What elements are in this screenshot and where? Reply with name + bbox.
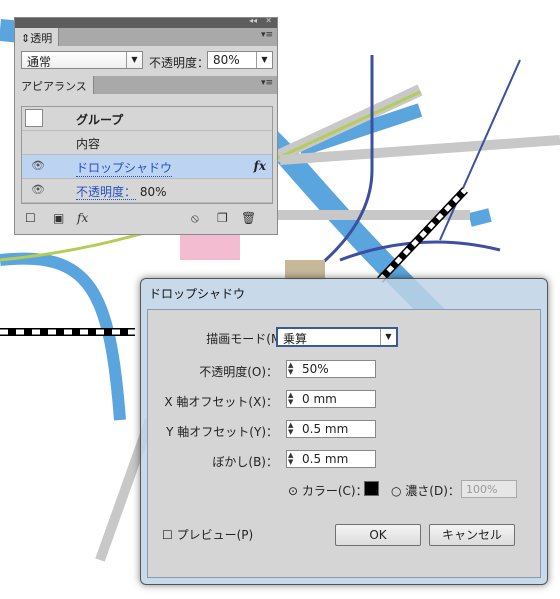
updown-icon: ⇕ [21, 32, 31, 45]
close-icon[interactable]: ✕ [265, 16, 272, 25]
ok-button[interactable]: OK [335, 524, 421, 546]
list-item-drop-shadow[interactable]: 👁 ドロップシャドウ fx [22, 155, 272, 179]
color-radio[interactable]: ⊙ カラー(C)： [288, 482, 368, 499]
thumbnail [25, 109, 43, 127]
collapse-icon[interactable]: ◂◂ [249, 16, 257, 25]
chevron-down-icon: ▼ [380, 329, 396, 345]
y-offset-input[interactable]: ▲ ▼ 0.5 mm [286, 420, 376, 438]
fx-icon: fx [253, 159, 266, 173]
chevron-down-icon[interactable]: ▼ [256, 52, 272, 68]
panel-menu-icon[interactable]: ▾≡ [261, 78, 273, 88]
mode-select[interactable]: 乗算 ▼ [276, 327, 398, 347]
blur-input[interactable]: ▲ ▼ 0.5 mm [286, 450, 376, 468]
list-item-group[interactable]: グループ [22, 107, 272, 131]
color-swatch[interactable] [364, 481, 379, 496]
spinner-icon[interactable]: ▲ ▼ [288, 362, 293, 376]
drop-shadow-dialog: ドロップシャドウ 描画モード(M)： 乗算 ▼ 不透明度(O)： ▲ ▼ 50% X … [140, 278, 548, 585]
spinner-icon[interactable]: ▲ ▼ [288, 392, 293, 406]
transparency-appearance-panel: ◂◂ ✕ ⇕透明 ▾≡ 通常 ▼ 不透明度： 80% ▼ アピアランス ▾≡ グループ… [14, 16, 278, 235]
spinner-icon[interactable]: ▲ ▼ [288, 422, 293, 436]
opacity-input[interactable]: 80% ▼ [207, 51, 273, 69]
panel-menu-icon[interactable]: ▾≡ [261, 30, 273, 40]
list-item-opacity[interactable]: 👁 不透明度： 80% [22, 179, 272, 203]
add-stroke-icon[interactable]: ☐ [25, 211, 36, 225]
clear-appearance-icon[interactable]: ⦸ [191, 211, 199, 226]
fx-menu-button[interactable]: fx [77, 211, 88, 225]
list-item-contents[interactable]: 内容 [22, 131, 272, 155]
cancel-button[interactable]: キャンセル [429, 524, 515, 546]
opacity-input[interactable]: ▲ ▼ 50% [286, 360, 376, 378]
chevron-down-icon: ▼ [126, 52, 142, 68]
preview-checkbox[interactable]: ☐ プレビュー(P) [162, 526, 253, 543]
tab-transparency[interactable]: ⇕透明 [15, 28, 60, 46]
darkness-radio[interactable]: ○ 濃さ(D)： [391, 482, 460, 499]
spinner-icon[interactable]: ▲ ▼ [288, 452, 293, 466]
add-fill-icon[interactable]: ▣ [53, 211, 64, 225]
duplicate-icon[interactable]: ❐ [217, 211, 228, 225]
appearance-list: グループ 内容 👁 ドロップシャドウ fx 👁 不透明度： 80% [21, 106, 273, 204]
x-offset-input[interactable]: ▲ ▼ 0 mm [286, 390, 376, 408]
tab-appearance[interactable]: アピアランス [15, 76, 94, 94]
eye-icon[interactable]: 👁 [31, 183, 45, 196]
trash-icon[interactable]: 🗑 [241, 211, 256, 225]
darkness-input[interactable]: 100% [461, 480, 517, 498]
blend-mode-select[interactable]: 通常 ▼ [21, 51, 143, 69]
eye-icon[interactable]: 👁 [31, 159, 45, 172]
dialog-title: ドロップシャドウ [149, 287, 246, 301]
